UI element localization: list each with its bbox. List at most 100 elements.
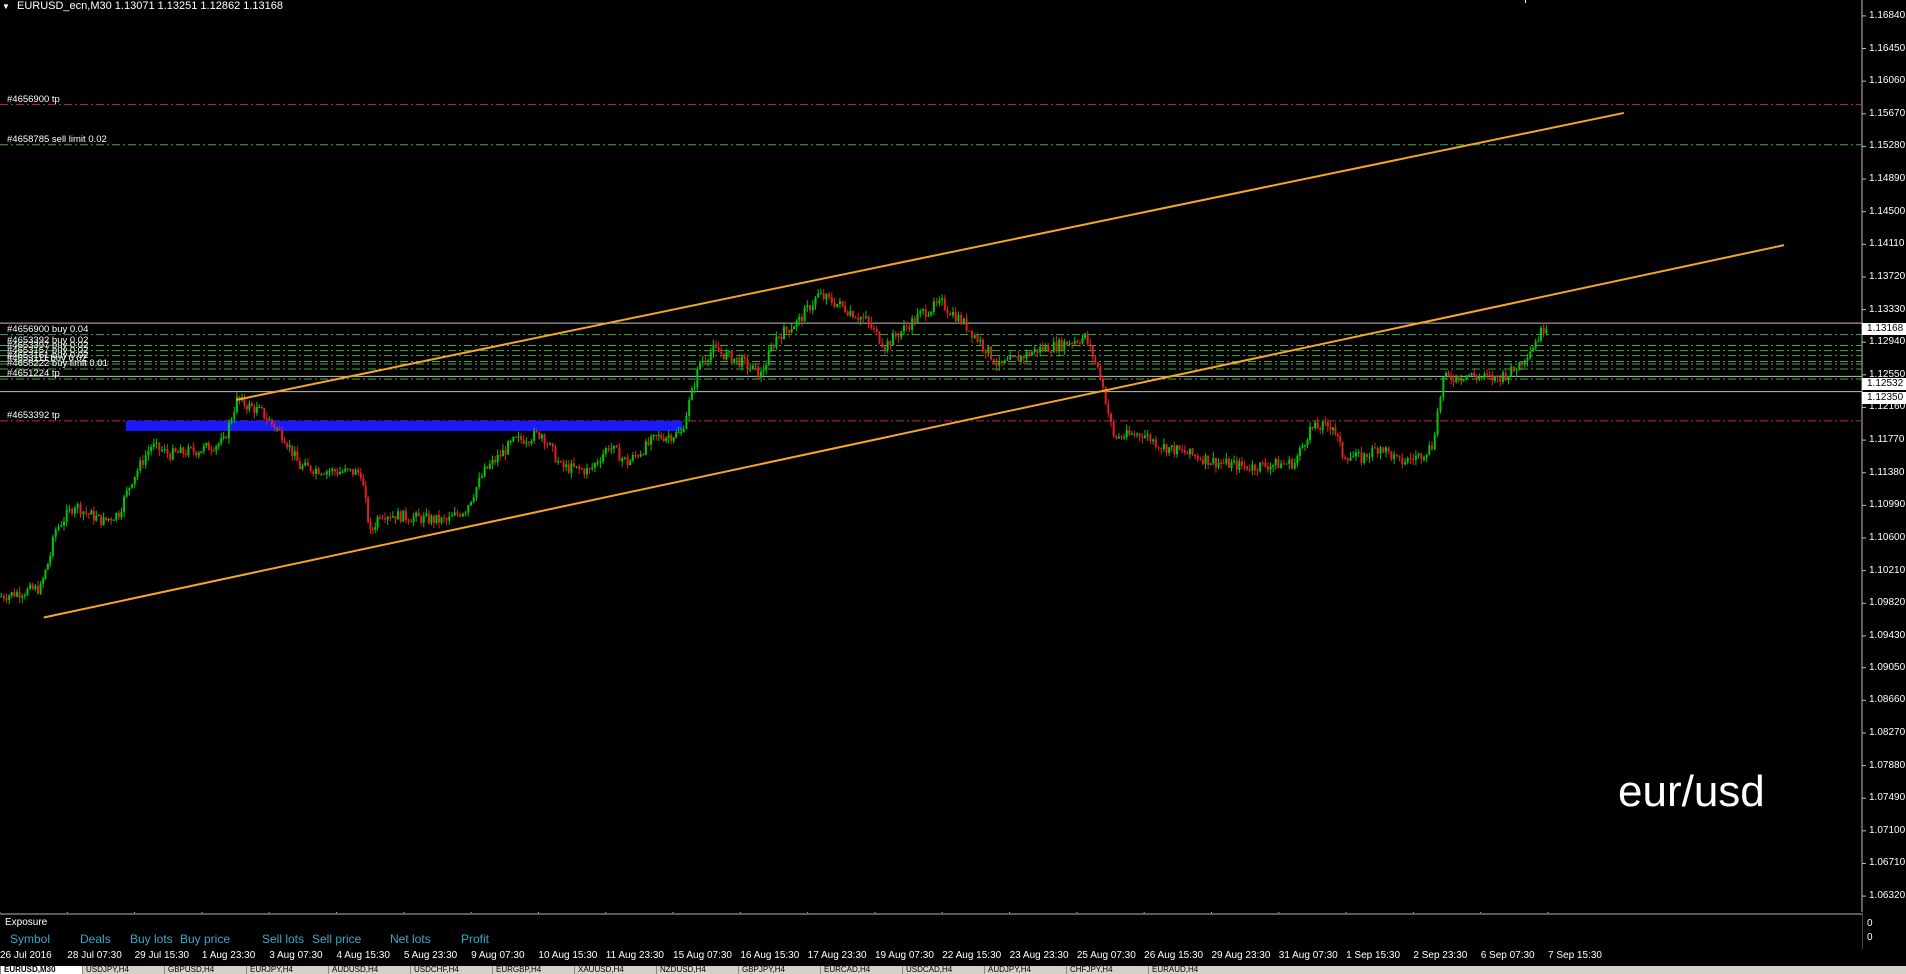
chart-tab[interactable]: USDJPY,H4 (82, 966, 164, 974)
candle-body (359, 472, 362, 479)
candle-body (1298, 448, 1301, 457)
chart-tab[interactable]: EURJPY,H4 (246, 966, 328, 974)
time-tick-label: 19 Aug 07:30 (874, 950, 934, 961)
exposure-column-header[interactable]: Deals (80, 932, 111, 946)
candle-body (1194, 454, 1197, 456)
exposure-column-header[interactable]: Symbol (10, 932, 50, 946)
chart-tab[interactable]: GBPJPY,H4 (738, 966, 820, 974)
time-tick-label: 17 Aug 23:30 (807, 950, 867, 961)
candle-body (133, 476, 136, 485)
candle-body (21, 596, 24, 598)
candle-body (1306, 440, 1309, 446)
chart-tab[interactable]: CHFJPY,H4 (1066, 966, 1148, 974)
candle-body (177, 451, 180, 453)
chart-tab[interactable]: GBPUSD,H4 (164, 966, 246, 974)
price-chart[interactable] (0, 0, 1906, 974)
candle-body (806, 305, 809, 308)
candle-body (286, 443, 289, 448)
candle-body (1117, 436, 1120, 439)
candle-body (1099, 367, 1102, 379)
candle-body (1014, 356, 1017, 358)
chart-tab[interactable]: AUDUSD,H4 (328, 966, 410, 974)
order-label[interactable]: #4658785 sell limit 0.02 (7, 135, 107, 145)
exposure-column-header[interactable]: Net lots (390, 932, 431, 946)
exposure-column-header[interactable]: Buy lots (130, 932, 173, 946)
candle-body (995, 363, 998, 366)
candle-body (862, 317, 865, 319)
candle-body (152, 443, 155, 447)
candle-body (798, 316, 801, 321)
chart-tab[interactable]: XAUUSD,H4 (574, 966, 656, 974)
chart-tab[interactable]: USDCAD,H4 (902, 966, 984, 974)
candle-body (190, 446, 193, 448)
candle-body (379, 517, 382, 519)
candle-body (1537, 340, 1540, 342)
chart-tab[interactable]: EURGBP,H4 (492, 966, 574, 974)
dropdown-triangle-icon[interactable]: ▼ (2, 2, 10, 11)
candle-body (427, 513, 430, 524)
candle-body (783, 326, 786, 340)
candle-body (1107, 404, 1110, 414)
candle-body (325, 471, 328, 475)
candle-body (662, 438, 665, 442)
chart-tab[interactable]: EURAUD,H4 (1148, 966, 1230, 974)
candle-body (1096, 362, 1099, 368)
chart-tab[interactable]: AUDJPY,H4 (984, 966, 1066, 974)
time-tick-label: 15 Aug 07:30 (673, 950, 732, 961)
candle-body (1360, 452, 1363, 463)
candle-body (174, 448, 177, 452)
exposure-column-header[interactable]: Buy price (180, 932, 230, 946)
candle-body (445, 518, 448, 521)
candle-body (1406, 458, 1409, 463)
candle-body (1154, 439, 1157, 448)
candle-body (1352, 456, 1355, 458)
candle-body (902, 325, 905, 332)
candle-body (1354, 452, 1357, 457)
candle-body (954, 311, 957, 322)
candle-body (738, 357, 741, 367)
candle-body (1282, 463, 1285, 465)
candle-body (222, 436, 225, 439)
candle-body (1081, 337, 1084, 344)
candle-body (1076, 341, 1079, 343)
candle-body (136, 470, 139, 477)
candle-body (141, 460, 144, 465)
candle-body (892, 333, 895, 346)
chart-tab[interactable]: NZDUSD,H4 (656, 966, 738, 974)
order-label[interactable]: #4653392 tp (7, 411, 60, 421)
exposure-panel: Exposure Symbol Deals Buy lots Buy price Sel… (0, 913, 1862, 951)
candle-body (1430, 445, 1433, 450)
candle-body (1523, 360, 1526, 365)
candle-body (962, 318, 965, 324)
candle-body (675, 432, 678, 438)
exposure-column-header[interactable]: Profit (461, 932, 489, 946)
candle-body (859, 317, 862, 320)
candle-body (935, 301, 938, 304)
candle-body (1230, 462, 1233, 468)
candle-body (1379, 447, 1382, 454)
candle-body (79, 503, 82, 515)
candle-body (248, 403, 251, 410)
candle-body (701, 360, 704, 363)
candle-body (18, 592, 21, 598)
candle-body (1457, 375, 1460, 381)
candle-body (496, 454, 499, 463)
candle-body (585, 468, 588, 475)
chart-tab[interactable]: EURCAD,H4 (820, 966, 902, 974)
candle-body (677, 432, 680, 434)
exposure-column-header[interactable]: Sell price (312, 932, 361, 946)
order-label[interactable]: #4651224 tp (7, 369, 60, 379)
candle-body (1146, 434, 1149, 436)
exposure-column-header[interactable]: Sell lots (262, 932, 304, 946)
candle-body (660, 435, 663, 439)
candle-body (182, 447, 185, 454)
order-label[interactable]: #4656900 tp (7, 95, 60, 105)
candle-body (31, 584, 34, 590)
candle-body (417, 512, 420, 517)
candle-body (1039, 346, 1042, 353)
candle-body (1455, 375, 1458, 382)
candle-body (34, 586, 37, 590)
chart-tab[interactable]: EURUSD,M30 (0, 966, 82, 974)
order-label[interactable]: #4656900 buy 0.04 (7, 325, 88, 335)
chart-tab[interactable]: USDCHF,H4 (410, 966, 492, 974)
